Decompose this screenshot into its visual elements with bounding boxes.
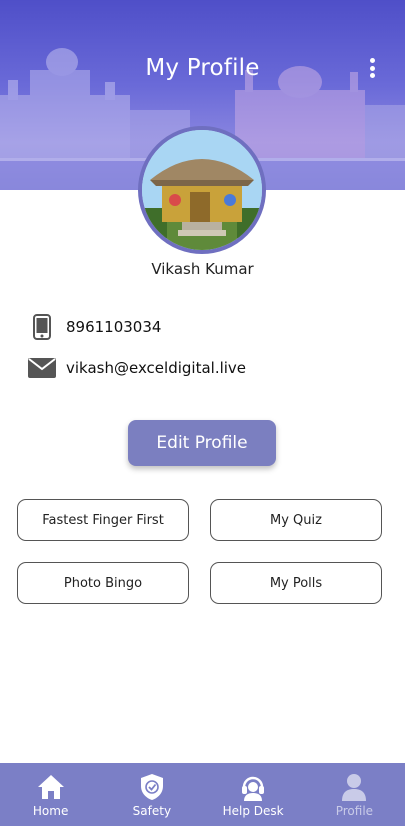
home-icon [36, 772, 66, 802]
email-row: vikash@exceldigital.live [28, 354, 246, 382]
shield-icon [137, 772, 167, 802]
nav-item-help-desk[interactable]: Help Desk [203, 763, 304, 826]
headset-icon [238, 772, 268, 802]
nav-label-home: Home [32, 804, 69, 818]
nav-label-profile: Profile [335, 804, 374, 818]
person-icon [339, 772, 369, 802]
kebab-dot [369, 65, 375, 71]
edit-profile-button[interactable]: Edit Profile [128, 420, 276, 466]
user-name: Vikash Kumar [151, 260, 254, 278]
phone-icon [28, 313, 56, 341]
more-options-icon[interactable] [369, 58, 375, 78]
phone-number: 8961103034 [66, 318, 162, 336]
avatar[interactable] [138, 126, 266, 254]
page-title: My Profile [145, 55, 260, 81]
kebab-dot [369, 58, 375, 63]
email-address: vikash@exceldigital.live [66, 359, 247, 377]
nav-item-safety[interactable]: Safety [101, 763, 202, 826]
fastest-finger-first-button[interactable]: Fastest Finger First [17, 499, 189, 541]
nav-label-safety: Safety [132, 804, 172, 818]
kebab-dot [369, 73, 375, 78]
profile-photo-hut [142, 130, 262, 250]
bottom-navigation: Home Safety Help Desk Profile [0, 763, 405, 826]
phone-row: 8961103034 [28, 313, 161, 341]
nav-item-home[interactable]: Home [0, 763, 101, 826]
my-polls-button[interactable]: My Polls [210, 562, 382, 604]
photo-bingo-button[interactable]: Photo Bingo [17, 562, 189, 604]
email-icon [28, 354, 56, 382]
my-quiz-button[interactable]: My Quiz [210, 499, 382, 541]
nav-item-profile[interactable]: Profile [304, 763, 405, 826]
nav-label-help-desk: Help Desk [222, 804, 284, 818]
